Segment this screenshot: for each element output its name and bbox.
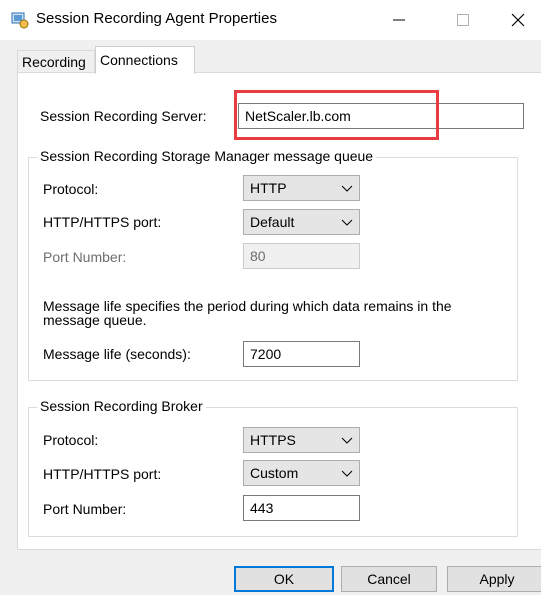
queue-protocol-label: Protocol: (43, 181, 99, 197)
window-title: Session Recording Agent Properties (36, 10, 277, 27)
queue-port-type-select[interactable]: Default (243, 209, 360, 235)
maximize-button[interactable] (440, 0, 486, 40)
message-life-description: Message life specifies the period during… (43, 298, 452, 328)
agent-properties-icon (11, 12, 29, 29)
cancel-button[interactable]: Cancel (341, 566, 437, 592)
close-icon (511, 13, 525, 27)
message-life-input[interactable]: 7200 (243, 341, 360, 367)
broker-protocol-label: Protocol: (43, 432, 99, 448)
storage-queue-title: Session Recording Storage Manager messag… (37, 148, 377, 164)
broker-port-type-value: Custom (250, 465, 299, 481)
chevron-down-icon (341, 437, 353, 444)
title-bar: Session Recording Agent Properties (0, 0, 541, 40)
chevron-down-icon (341, 470, 353, 477)
apply-button[interactable]: Apply (447, 566, 541, 592)
broker-port-number-input[interactable]: 443 (243, 495, 360, 521)
minimize-button[interactable] (376, 0, 422, 40)
broker-port-number-label: Port Number: (43, 501, 127, 517)
broker-protocol-select[interactable]: HTTPS (243, 427, 360, 453)
connections-panel: Session Recording Server: NetScaler.lb.c… (17, 72, 541, 550)
tab-recording[interactable]: Recording (17, 50, 95, 73)
queue-protocol-select[interactable]: HTTP (243, 175, 360, 201)
broker-port-type-label: HTTP/HTTPS port: (43, 466, 162, 482)
broker-title: Session Recording Broker (37, 398, 206, 414)
queue-port-type-label: HTTP/HTTPS port: (43, 214, 162, 230)
queue-port-type-value: Default (250, 214, 295, 230)
chevron-down-icon (341, 219, 353, 226)
broker-protocol-value: HTTPS (250, 432, 296, 448)
minimize-icon (393, 19, 405, 21)
tab-strip: Recording Connections (0, 40, 541, 74)
maximize-icon (457, 14, 469, 26)
server-highlight-box (234, 90, 439, 140)
close-button[interactable] (495, 0, 541, 40)
queue-port-number-input: 80 (243, 243, 360, 269)
chevron-down-icon (341, 185, 353, 192)
tab-connections[interactable]: Connections (95, 46, 195, 74)
server-label: Session Recording Server: (40, 108, 207, 124)
message-life-label: Message life (seconds): (43, 346, 191, 362)
ok-button[interactable]: OK (234, 566, 334, 592)
queue-port-number-label: Port Number: (43, 249, 127, 265)
broker-port-type-select[interactable]: Custom (243, 460, 360, 486)
queue-protocol-value: HTTP (250, 180, 287, 196)
